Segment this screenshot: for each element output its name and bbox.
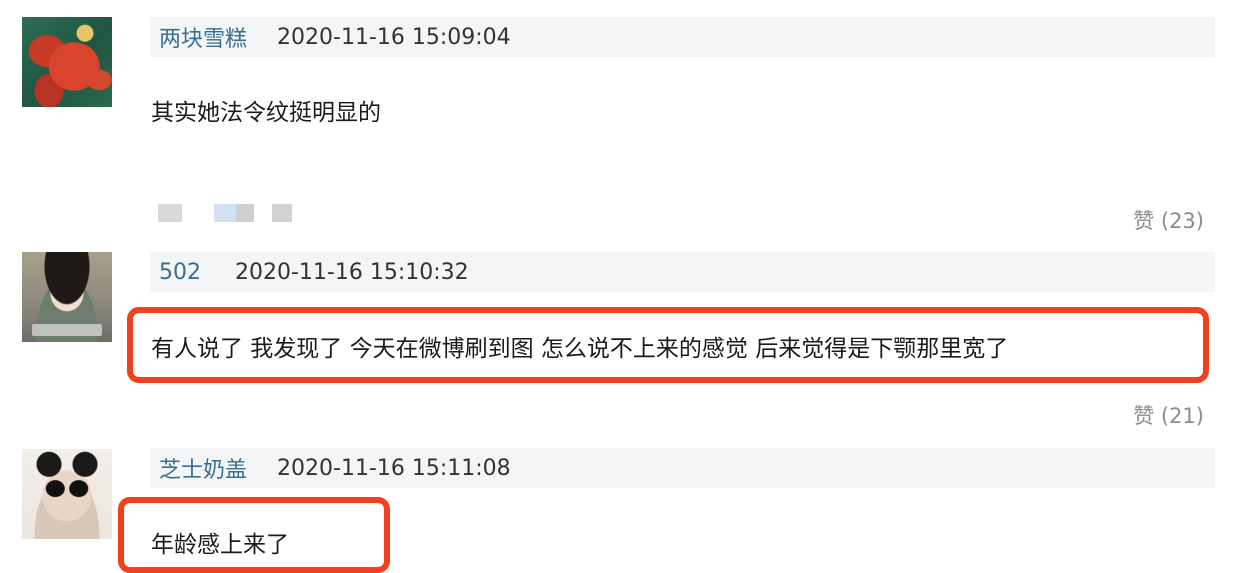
blur-block xyxy=(158,204,182,222)
comment-timestamp: 2020-11-16 15:11:08 xyxy=(277,455,511,481)
blur-block xyxy=(272,204,292,222)
comment-text: 有人说了 我发现了 今天在微博刷到图 怎么说不上来的感觉 后来觉得是下颚那里宽了 xyxy=(151,336,1009,362)
comment-meta-bar: 502 2020-11-16 15:10:32 xyxy=(150,252,1215,292)
avatar[interactable] xyxy=(22,449,112,539)
avatar-caption xyxy=(32,324,102,336)
like-button[interactable]: 赞 (23) xyxy=(1133,205,1204,235)
username-link[interactable]: 两块雪糕 xyxy=(159,21,247,53)
comment-text: 其实她法令纹挺明显的 xyxy=(151,100,381,126)
pixelated-image-placeholder xyxy=(158,204,298,224)
username-link[interactable]: 芝士奶盖 xyxy=(159,452,247,484)
blur-block xyxy=(236,204,254,222)
like-button[interactable]: 赞 (21) xyxy=(1133,400,1204,430)
comment-meta-bar: 芝士奶盖 2020-11-16 15:11:08 xyxy=(150,448,1215,488)
comment-timestamp: 2020-11-16 15:10:32 xyxy=(235,259,469,285)
blur-block xyxy=(214,204,236,222)
comment-timestamp: 2020-11-16 15:09:04 xyxy=(277,24,511,50)
comment-meta-bar: 两块雪糕 2020-11-16 15:09:04 xyxy=(150,17,1215,57)
avatar[interactable] xyxy=(22,17,112,107)
avatar[interactable] xyxy=(22,252,112,342)
comment-text: 年龄感上来了 xyxy=(151,532,289,558)
username-link[interactable]: 502 xyxy=(159,260,201,285)
